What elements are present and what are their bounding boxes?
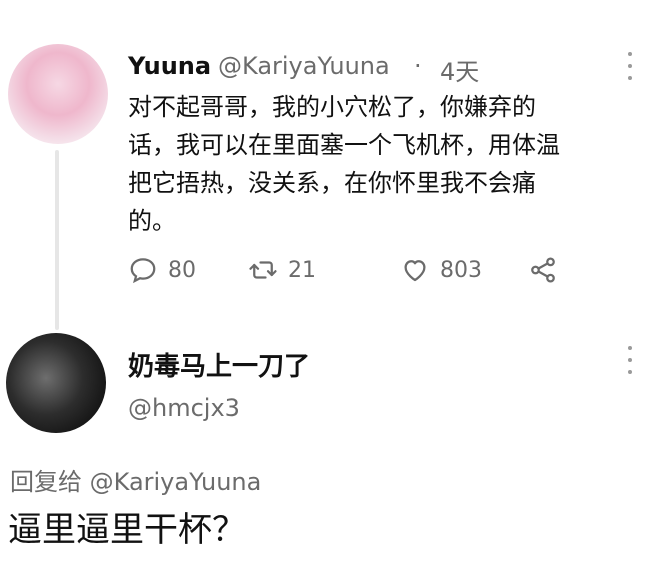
reply-icon (130, 258, 156, 284)
more-options-icon[interactable] (626, 346, 634, 374)
tweet-actions: 80 21 803 (128, 255, 588, 289)
reply-author-name[interactable]: 奶毒马上一刀了 (128, 346, 310, 383)
separator-dot: · (414, 52, 422, 80)
tweet-timestamp[interactable]: 4天 (440, 52, 479, 87)
replying-to-label[interactable]: 回复给 @KariyaYuuna (10, 462, 261, 497)
tweet-author-name[interactable]: Yuuna (128, 52, 211, 80)
like-button[interactable]: 803 (400, 255, 482, 285)
retweet-count: 21 (288, 257, 316, 283)
avatar[interactable] (6, 333, 106, 433)
avatar[interactable] (8, 44, 108, 144)
reply-count: 80 (168, 257, 196, 283)
reply-text: 逼里逼里干杯？ (8, 510, 246, 550)
reply-button[interactable]: 80 (128, 255, 196, 285)
retweet-button[interactable]: 21 (248, 255, 316, 285)
tweet-text: 对不起哥哥，我的小穴松了，你嫌弃的 话，我可以在里面塞一个飞机杯，用体温 把它捂… (128, 93, 560, 235)
like-count: 803 (440, 257, 482, 283)
more-options-icon[interactable] (626, 52, 634, 80)
tweet-author-handle[interactable]: @KariyaYuuna (218, 52, 390, 80)
like-icon (404, 260, 426, 282)
thread-connector-line (55, 150, 59, 330)
share-icon (531, 257, 555, 283)
share-button[interactable] (528, 255, 558, 285)
retweet-icon (249, 261, 277, 279)
reply-author-handle[interactable]: @hmcjx3 (128, 394, 240, 422)
